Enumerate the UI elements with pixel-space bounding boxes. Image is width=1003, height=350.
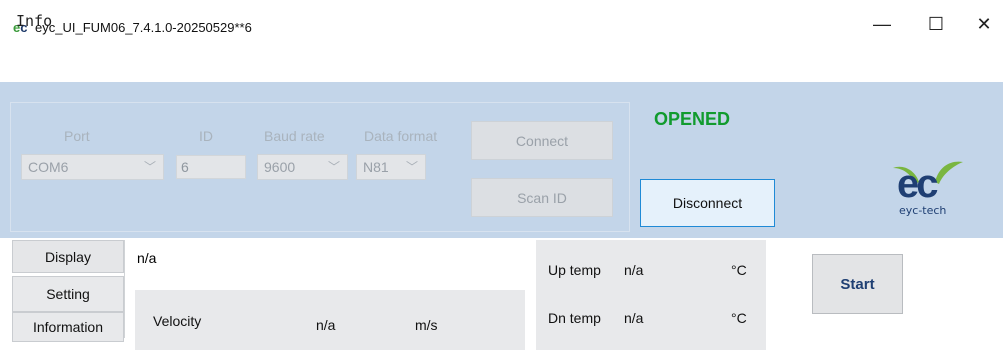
chevron-down-icon: ﹀ bbox=[327, 160, 340, 174]
window-title: eyc_UI_FUM06_7.4.1.0-20250529**6 bbox=[35, 20, 252, 35]
minimize-button[interactable]: — bbox=[862, 10, 902, 38]
id-label: ID bbox=[199, 128, 213, 144]
connect-button[interactable]: Connect bbox=[471, 121, 613, 160]
logo-mark-c: c bbox=[916, 162, 938, 206]
baud-rate-label: Baud rate bbox=[264, 128, 325, 144]
up-temp-unit: °C bbox=[731, 262, 747, 278]
data-format-select[interactable]: N81 ﹀ bbox=[356, 154, 426, 180]
disconnect-button[interactable]: Disconnect bbox=[640, 179, 775, 227]
scan-id-button[interactable]: Scan ID bbox=[471, 178, 613, 217]
id-field[interactable]: 6 bbox=[176, 155, 246, 179]
port-select[interactable]: COM6 ﹀ bbox=[21, 154, 164, 180]
dn-temp-value: n/a bbox=[624, 310, 644, 326]
display-value: n/a bbox=[137, 250, 157, 266]
baud-rate-select[interactable]: 9600 ﹀ bbox=[257, 154, 348, 180]
data-format-value: N81 bbox=[363, 159, 389, 175]
start-button[interactable]: Start bbox=[812, 254, 903, 314]
close-button[interactable]: ✕ bbox=[964, 10, 1003, 38]
chevron-down-icon: ﹀ bbox=[405, 160, 418, 174]
baud-rate-value: 9600 bbox=[264, 159, 296, 175]
temperature-panel bbox=[536, 240, 766, 350]
eyc-tech-logo: ec eyc-tech bbox=[875, 160, 975, 228]
dn-temp-unit: °C bbox=[731, 310, 747, 326]
velocity-label: Velocity bbox=[153, 313, 202, 329]
logo-mark-e: e bbox=[897, 162, 919, 206]
menu-bar bbox=[0, 44, 1003, 82]
divider bbox=[124, 240, 125, 338]
chevron-down-icon: ﹀ bbox=[143, 160, 156, 174]
data-format-label: Data format bbox=[364, 128, 438, 144]
dn-temp-label: Dn temp bbox=[548, 310, 601, 326]
tab-setting[interactable]: Setting bbox=[12, 276, 124, 312]
connection-status: OPENED bbox=[654, 109, 731, 129]
logo-text: eyc-tech bbox=[899, 204, 947, 217]
velocity-unit: m/s bbox=[415, 317, 438, 333]
maximize-button[interactable]: ☐ bbox=[916, 10, 956, 38]
tab-display[interactable]: Display bbox=[12, 240, 124, 273]
menu-info[interactable]: Info bbox=[16, 12, 52, 30]
up-temp-value: n/a bbox=[624, 262, 644, 278]
velocity-value: n/a bbox=[316, 317, 336, 333]
up-temp-label: Up temp bbox=[548, 262, 601, 278]
port-select-value: COM6 bbox=[28, 159, 69, 175]
port-label: Port bbox=[64, 128, 90, 144]
